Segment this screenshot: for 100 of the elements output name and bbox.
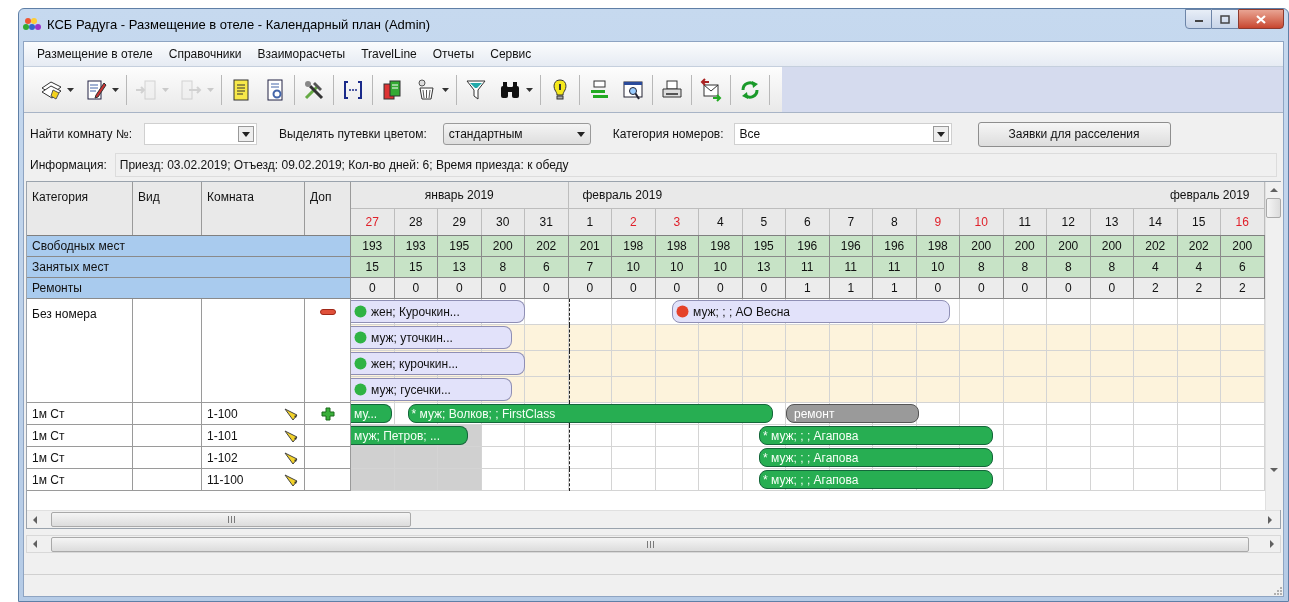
calendar-row[interactable]: муж; гусечки...	[351, 377, 1265, 403]
dropdown-button[interactable]	[932, 126, 949, 142]
menu-item[interactable]: Отчеты	[425, 43, 482, 65]
field-label: Выделять путевки цветом:	[279, 126, 427, 143]
booking-bar[interactable]: муж; уточкин...	[351, 326, 512, 349]
dropdown-field[interactable]: Все	[733, 123, 952, 145]
caret-icon	[67, 87, 74, 92]
dropdown-field[interactable]	[144, 123, 258, 145]
stat-cell: 202	[1134, 236, 1178, 256]
room-number: 11-100	[207, 471, 244, 489]
calendar-row[interactable]: муж; уточкин...	[351, 325, 1265, 351]
add-icon[interactable]	[320, 406, 335, 421]
booking-bar[interactable]: муж; гусечки...	[351, 378, 512, 401]
caret-icon	[576, 131, 585, 137]
pencil-icon[interactable]	[283, 428, 299, 443]
resize-grip-icon[interactable]	[1271, 584, 1283, 596]
booking-bar[interactable]: жен; курочкин...	[351, 352, 525, 375]
menu-item[interactable]: TravelLine	[354, 43, 424, 65]
stat-cell: 200	[1047, 236, 1091, 256]
close-button[interactable]	[1238, 9, 1284, 29]
calendar-row[interactable]: жен; курочкин...	[351, 351, 1265, 377]
stat-cell: 1	[786, 278, 830, 298]
room-number: 1-101	[207, 427, 238, 445]
field-label: Найти комнату №:	[30, 126, 133, 143]
stat-cell: 198	[916, 236, 960, 256]
stat-cell: 193	[394, 236, 438, 256]
stat-cell: 10	[916, 257, 960, 277]
dropdown-button[interactable]	[238, 126, 255, 142]
day-header[interactable]: 27	[351, 208, 395, 235]
scrollbar-thumb[interactable]	[51, 512, 411, 527]
category-cell: 1м Ст	[27, 447, 133, 469]
scrollbar-thumb[interactable]	[1266, 198, 1281, 218]
pencil-icon[interactable]	[283, 406, 299, 421]
requests-button[interactable]: Заявки для расселения	[977, 121, 1171, 147]
day-header[interactable]: 5	[742, 208, 786, 235]
column-header[interactable]: Категория	[27, 182, 133, 235]
stat-cell: 6	[1221, 257, 1265, 277]
day-header[interactable]: 16	[1221, 208, 1265, 235]
stat-cell: 13	[742, 257, 786, 277]
stat-cell: 196	[873, 236, 917, 256]
menu-item[interactable]: Взаиморасчеты	[250, 43, 353, 65]
minimize-button[interactable]	[1185, 9, 1212, 29]
stat-cell: 0	[612, 278, 656, 298]
maximize-button[interactable]	[1212, 9, 1238, 29]
stat-cell: 0	[916, 278, 960, 298]
caret-icon	[242, 131, 251, 137]
day-header[interactable]: 10	[960, 208, 1004, 235]
calendar-row[interactable]: жен; Курочкин... муж; ; ; АО Весна	[351, 299, 1265, 325]
day-header[interactable]: 12	[1047, 208, 1091, 235]
day-header[interactable]: 8	[873, 208, 917, 235]
day-header[interactable]: 30	[481, 208, 525, 235]
pencil-icon[interactable]	[283, 472, 299, 487]
column-header[interactable]: Доп	[305, 182, 351, 235]
column-header[interactable]: Вид	[133, 182, 202, 235]
day-header[interactable]: 15	[1177, 208, 1221, 235]
stat-cell: 0	[960, 278, 1004, 298]
day-header[interactable]: 28	[394, 208, 438, 235]
edit-document-icon	[84, 77, 108, 102]
day-header[interactable]: 31	[525, 208, 569, 235]
day-header[interactable]: 29	[438, 208, 482, 235]
day-header[interactable]: 7	[829, 208, 873, 235]
day-header[interactable]: 13	[1090, 208, 1134, 235]
stat-cell: 8	[1003, 257, 1047, 277]
caret-icon	[162, 87, 169, 92]
app-logo-icon	[23, 17, 41, 33]
menu-item[interactable]: Справочники	[161, 43, 249, 65]
menu-item[interactable]: Сервис	[483, 43, 539, 65]
stat-cell: 202	[1177, 236, 1221, 256]
pencil-icon[interactable]	[283, 450, 299, 465]
filter-icon	[464, 77, 488, 102]
day-header[interactable]: 3	[655, 208, 699, 235]
day-header[interactable]: 6	[786, 208, 830, 235]
stat-cell: 0	[655, 278, 699, 298]
stat-cell: 13	[438, 257, 482, 277]
room-number: 1-102	[207, 449, 238, 467]
stat-cell: 15	[351, 257, 395, 277]
column-header[interactable]: Комната	[202, 182, 305, 235]
remove-icon[interactable]	[319, 309, 336, 315]
day-header[interactable]: 9	[916, 208, 960, 235]
door-exit-icon	[179, 77, 203, 102]
day-header[interactable]: 4	[699, 208, 743, 235]
stat-cell: 200	[1221, 236, 1265, 256]
day-header[interactable]: 11	[1003, 208, 1047, 235]
door-enter-icon	[134, 77, 158, 102]
category-cell: 1м Ст	[27, 469, 133, 491]
grip-icon	[226, 516, 236, 523]
day-header[interactable]: 1	[568, 208, 612, 235]
booking-bar[interactable]: жен; Курочкин...	[351, 300, 525, 323]
scrollbar-thumb[interactable]	[51, 536, 1249, 552]
stat-cell: 0	[1047, 278, 1091, 298]
day-header[interactable]: 14	[1134, 208, 1178, 235]
dropdown-field[interactable]: стандартным	[442, 123, 591, 145]
day-header[interactable]: 2	[612, 208, 656, 235]
menu-item[interactable]: Размещение в отеле	[30, 43, 160, 65]
envelope-arrows-icon	[699, 77, 723, 102]
stat-label: Занятых мест	[27, 257, 351, 277]
stat-cell: 0	[351, 278, 395, 298]
category-cell: 1м Ст	[27, 403, 133, 425]
stat-cell: 198	[612, 236, 656, 256]
booking-bar[interactable]: муж; ; ; АО Весна	[672, 300, 950, 323]
